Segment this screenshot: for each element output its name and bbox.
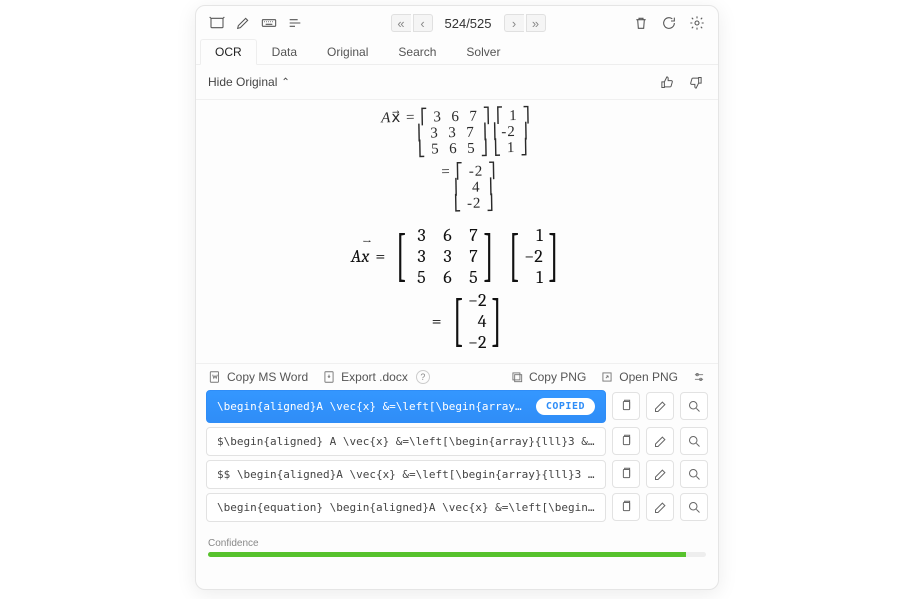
page-counter: 524/525: [445, 16, 492, 31]
tab-search[interactable]: Search: [383, 39, 451, 65]
pager-last[interactable]: »: [526, 14, 546, 32]
pager-first[interactable]: «: [391, 14, 411, 32]
search-icon[interactable]: [680, 460, 708, 488]
copy-ms-word[interactable]: Copy MS Word: [208, 370, 308, 384]
latex-row: $\begin{aligned} A \vec{x} &=\left[\begi…: [206, 427, 708, 456]
open-png[interactable]: Open PNG: [600, 370, 678, 384]
copied-badge: COPIED: [536, 398, 595, 415]
pencil-icon[interactable]: [232, 12, 254, 34]
app-window: « ‹ 524/525 › » OCR Data Original Search…: [195, 5, 719, 590]
hide-original-toggle[interactable]: Hide Original ⌃: [208, 75, 290, 89]
edit-icon[interactable]: [646, 427, 674, 455]
edit-icon[interactable]: [646, 392, 674, 420]
confidence: Confidence: [196, 534, 718, 567]
tab-original[interactable]: Original: [312, 39, 383, 65]
confidence-bar: [208, 552, 706, 557]
lines-icon[interactable]: [284, 12, 306, 34]
latex-cell[interactable]: $\begin{aligned} A \vec{x} &=\left[\begi…: [206, 427, 606, 456]
settings-sliders-icon[interactable]: [692, 370, 706, 384]
chevron-up-icon: ⌃: [281, 77, 289, 88]
vote-icons: [656, 71, 706, 93]
thumbs-up-icon[interactable]: [656, 71, 678, 93]
vector-x: [ 1 −2 1 ]: [504, 225, 563, 288]
refresh-icon[interactable]: [658, 12, 680, 34]
math-A: A: [351, 246, 361, 267]
subheader: Hide Original ⌃: [196, 65, 718, 100]
latex-row: \begin{equation} \begin{aligned}A \vec{x…: [206, 493, 708, 522]
tabs: OCR Data Original Search Solver: [196, 38, 718, 65]
thumbs-down-icon[interactable]: [684, 71, 706, 93]
latex-row: $$ \begin{aligned}A \vec{x} &=\left[\beg…: [206, 460, 708, 489]
math-eq2: =: [432, 311, 442, 332]
copy-icon[interactable]: [612, 427, 640, 455]
confidence-label: Confidence: [208, 538, 706, 549]
copy-png[interactable]: Copy PNG: [510, 370, 586, 384]
search-icon[interactable]: [680, 392, 708, 420]
right-tools: [630, 12, 708, 34]
tab-ocr[interactable]: OCR: [200, 39, 257, 65]
keyboard-icon[interactable]: [258, 12, 280, 34]
latex-cell[interactable]: \begin{equation} \begin{aligned}A \vec{x…: [206, 493, 606, 522]
result-vector: [ −2 4 −2 ]: [448, 290, 507, 353]
latex-cell-selected[interactable]: \begin{aligned}A \vec{x} &=\left[\begin{…: [206, 390, 606, 423]
original-image: Ax⃗ = ⎡ 3 6 7 ⎤ ⎡ 1 ⎤ ⎢ 3 3 7 ⎥ ⎢-2 ⎥ ⎣ …: [196, 100, 718, 219]
matrix-A: [ 367 337 565 ]: [391, 225, 498, 288]
gear-icon[interactable]: [686, 12, 708, 34]
copy-icon[interactable]: [612, 493, 640, 521]
latex-list: \begin{aligned}A \vec{x} &=\left[\begin{…: [196, 390, 718, 534]
search-icon[interactable]: [680, 427, 708, 455]
trash-icon[interactable]: [630, 12, 652, 34]
hide-original-label: Hide Original: [208, 75, 277, 89]
math-x: x: [361, 246, 369, 267]
edit-icon[interactable]: [646, 493, 674, 521]
export-bar: Copy MS Word Export .docx ? Copy PNG Ope…: [196, 363, 718, 390]
confidence-fill: [208, 552, 686, 557]
pager-prev[interactable]: ‹: [413, 14, 433, 32]
tab-solver[interactable]: Solver: [451, 39, 515, 65]
edit-icon[interactable]: [646, 460, 674, 488]
screenshot-icon[interactable]: [206, 12, 228, 34]
tab-data[interactable]: Data: [257, 39, 312, 65]
window-notch: [437, 5, 477, 13]
export-docx[interactable]: Export .docx: [322, 370, 408, 384]
pager: « ‹ 524/525 › »: [391, 14, 546, 32]
copy-icon[interactable]: [612, 460, 640, 488]
copy-icon[interactable]: [612, 392, 640, 420]
latex-row: \begin{aligned}A \vec{x} &=\left[\begin{…: [206, 390, 708, 423]
export-help[interactable]: ?: [416, 370, 430, 384]
search-icon[interactable]: [680, 493, 708, 521]
latex-cell[interactable]: $$ \begin{aligned}A \vec{x} &=\left[\beg…: [206, 460, 606, 489]
math-eq: =: [375, 246, 385, 267]
pager-next[interactable]: ›: [504, 14, 524, 32]
rendered-math: Ax = [ 367 337 565 ] [ 1 −2 1 ]: [196, 219, 718, 363]
